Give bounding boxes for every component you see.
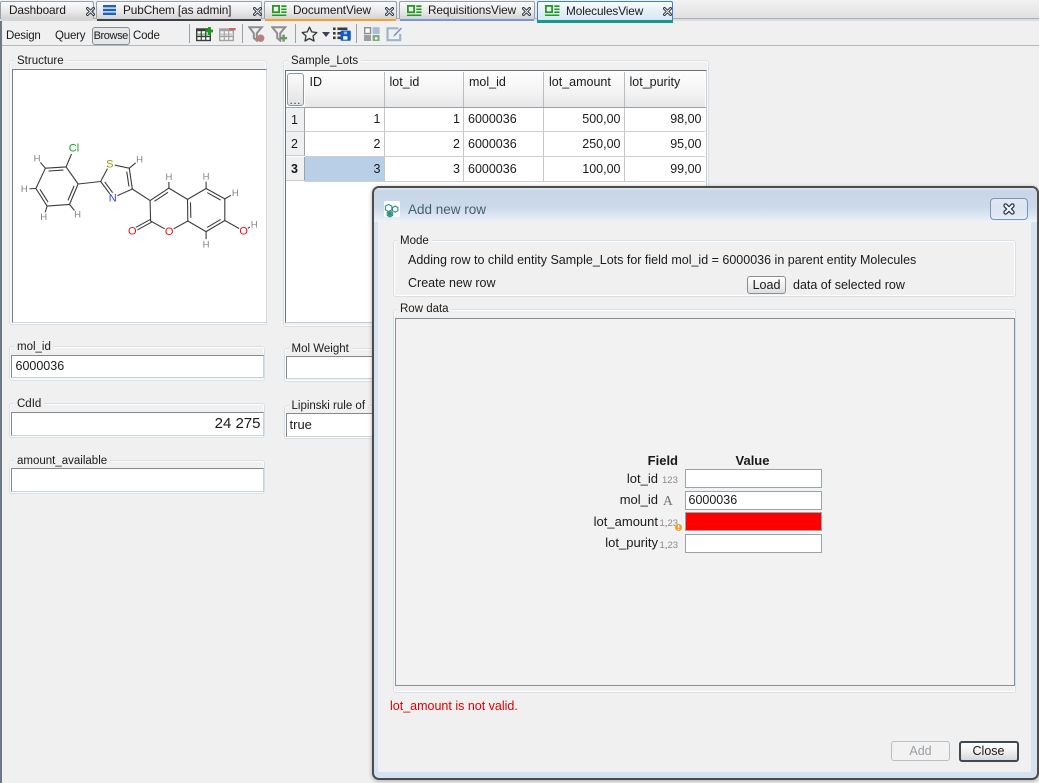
svg-text:H: H: [74, 209, 81, 220]
svg-text:O: O: [165, 226, 174, 238]
svg-text:H: H: [203, 239, 210, 250]
svg-text:H: H: [34, 154, 41, 165]
svg-text:H: H: [165, 172, 172, 183]
svg-text:N: N: [109, 192, 117, 204]
svg-text:H: H: [251, 219, 258, 230]
svg-text:O: O: [128, 226, 137, 238]
svg-text:S: S: [106, 159, 113, 171]
svg-text:Cl: Cl: [69, 143, 79, 155]
svg-text:O: O: [239, 226, 248, 238]
svg-text:H: H: [40, 212, 47, 223]
svg-text:H: H: [232, 188, 239, 199]
svg-text:H: H: [136, 155, 143, 166]
svg-text:H: H: [21, 184, 28, 195]
svg-text:H: H: [203, 172, 210, 183]
